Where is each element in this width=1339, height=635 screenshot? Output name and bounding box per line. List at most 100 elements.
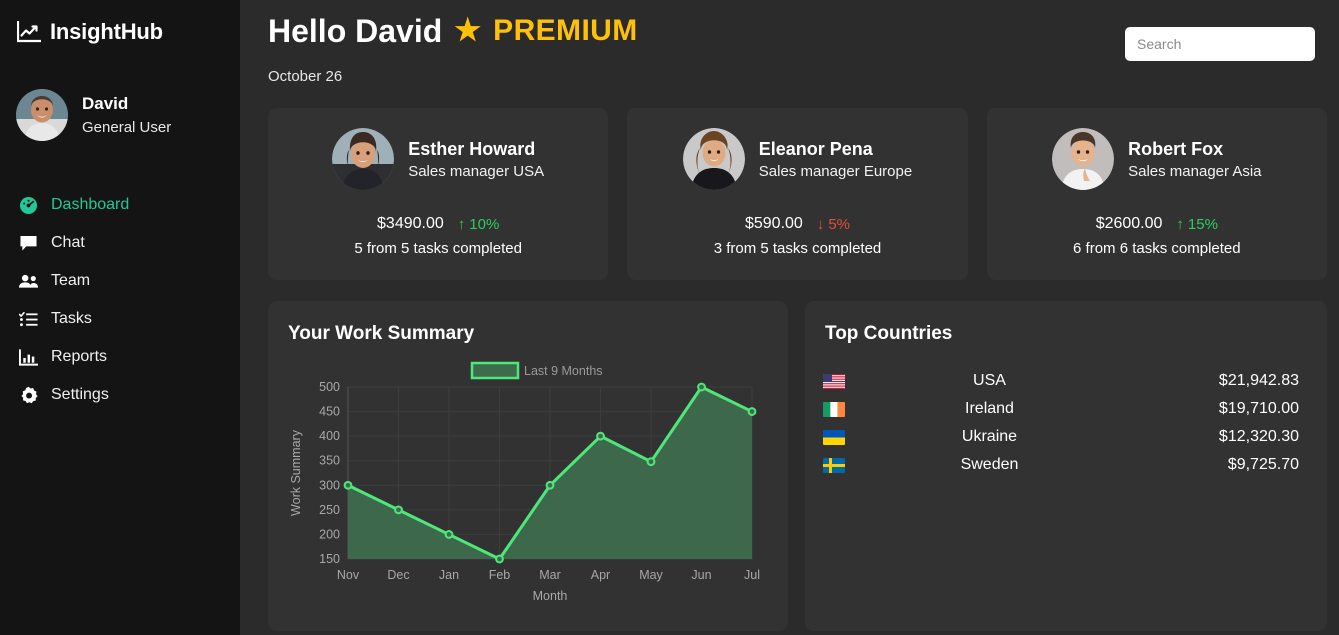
card-person-role: Sales manager Asia: [1128, 162, 1262, 180]
page-title: Hello David ★ PREMIUM: [268, 10, 1125, 52]
list-item[interactable]: USA $21,942.83: [823, 367, 1309, 395]
card-delta: ↓ 5%: [817, 216, 850, 233]
sidebar-item-label: Dashboard: [51, 196, 130, 213]
chart-y-tick: 300: [319, 478, 340, 492]
chart-y-tick: 500: [319, 380, 340, 394]
chart-point: [343, 480, 353, 490]
sidebar-item-label: Team: [51, 272, 91, 289]
arrow-down-icon: ↓: [816, 215, 825, 233]
chart-point: [444, 530, 454, 539]
country-name: Ireland: [965, 400, 1014, 417]
card-delta-value: 5%: [828, 215, 850, 233]
chart-x-tick: Apr: [591, 568, 610, 582]
star-icon: ★: [454, 14, 482, 47]
chart-point: [697, 382, 706, 392]
sidebar: InsightHub David General User Dashboard …: [0, 0, 240, 635]
card-delta: ↑ 15%: [1176, 216, 1218, 233]
arrow-up-icon: ↑: [457, 215, 466, 233]
user-role: General User: [82, 119, 172, 136]
card-person-role: Sales manager Europe: [758, 162, 913, 180]
task-list-icon: [18, 310, 39, 328]
work-summary-panel: Your Work Summary Last 9 Months 150 200 250…: [268, 301, 788, 631]
list-item[interactable]: Ukraine $12,320.30: [823, 423, 1309, 451]
sidebar-item-dashboard[interactable]: Dashboard: [0, 186, 240, 224]
avatar: [332, 128, 395, 190]
brand[interactable]: InsightHub: [0, 14, 240, 50]
sidebar-item-reports[interactable]: Reports: [0, 338, 240, 376]
current-date: October 26: [268, 68, 343, 85]
chart-canvas: Last 9 Months 150 200 250 300 350 400 450 500 Nov…: [289, 361, 760, 603]
chart-y-tick: 250: [319, 503, 340, 517]
country-value: $21,942.83: [1218, 372, 1299, 389]
country-name: Ukraine: [961, 428, 1018, 445]
sidebar-item-label: Chat: [51, 234, 85, 251]
chart-y-axis-label: Work Summary: [289, 429, 303, 516]
card-delta-value: 10%: [469, 215, 500, 233]
user-name: David: [82, 94, 129, 113]
sidebar-item-label: Tasks: [51, 310, 92, 327]
avatar: [16, 89, 68, 141]
chart-point: [646, 457, 656, 467]
sidebar-item-tasks[interactable]: Tasks: [0, 300, 240, 338]
chart-point: [545, 480, 555, 490]
chart-line-up-icon: [16, 20, 42, 43]
country-value: $19,710.00: [1218, 400, 1299, 417]
chart-y-tick: 150: [319, 552, 340, 566]
chart-point: [596, 431, 605, 441]
flag-usa-icon: [823, 373, 883, 389]
panels-row: Your Work Summary Last 9 Months 150 200 250…: [268, 301, 1327, 631]
list-item[interactable]: Ireland $19,710.00: [823, 395, 1309, 423]
sidebar-user[interactable]: David General User: [0, 88, 240, 142]
list-item[interactable]: Sweden $9,725.70: [823, 451, 1309, 479]
chart-point: [394, 505, 403, 515]
chart-y-tick: 200: [319, 527, 340, 541]
top-bar: Hello David ★ PREMIUM October 26: [268, 0, 1327, 85]
brand-name: InsightHub: [50, 19, 163, 44]
avatar: [1052, 128, 1115, 190]
sidebar-nav: Dashboard Chat Team Tasks Reports Settin…: [0, 186, 240, 414]
card-person-name: Esther Howard: [408, 138, 536, 159]
card-delta: ↑ 10%: [458, 216, 500, 233]
sales-card[interactable]: Robert Fox Sales manager Asia $2600.00 ↑…: [986, 108, 1327, 280]
search-input[interactable]: [1125, 27, 1315, 61]
chart-x-tick: Jun: [691, 568, 711, 582]
sales-cards: Esther Howard Sales manager USA $3490.00…: [268, 108, 1327, 280]
country-value: $9,725.70: [1227, 456, 1299, 473]
card-tasks: 3 from 5 tasks completed: [713, 240, 882, 257]
dashboard-root: InsightHub David General User Dashboard …: [0, 0, 1339, 635]
chart-legend-label: Last 9 Months: [524, 364, 603, 378]
card-tasks: 5 from 5 tasks completed: [354, 240, 522, 257]
panel-title: Your Work Summary: [288, 323, 475, 344]
sidebar-item-chat[interactable]: Chat: [0, 224, 240, 262]
chart-x-axis-label: Month: [533, 589, 568, 603]
country-value: $12,320.30: [1218, 428, 1299, 445]
sidebar-item-label: Reports: [51, 348, 108, 365]
chart-x-tick: Mar: [539, 568, 561, 582]
country-list: USA $21,942.83 Ireland $19,710.00 Ukrain…: [823, 367, 1309, 479]
card-person-role: Sales manager USA: [408, 162, 545, 180]
card-amount: $2600.00: [1095, 215, 1163, 232]
bar-chart-icon: [18, 348, 39, 366]
chat-bubble-icon: [18, 234, 39, 252]
chart-x-tick: Feb: [489, 568, 511, 582]
work-summary-chart[interactable]: Last 9 Months 150 200 250 300 350 400 450 500 Nov…: [286, 357, 770, 607]
chart-point: [747, 407, 757, 416]
card-amount: $590.00: [744, 215, 803, 232]
greeting-block: Hello David ★ PREMIUM October 26: [268, 10, 1125, 85]
panel-title: Top Countries: [825, 323, 953, 344]
sidebar-item-settings[interactable]: Settings: [0, 376, 240, 414]
people-icon: [18, 272, 39, 290]
chart-y-tick: 450: [319, 405, 340, 419]
avatar: [682, 128, 745, 190]
card-amount: $3490.00: [377, 215, 444, 232]
flag-ukraine-icon: [823, 429, 883, 445]
sales-card[interactable]: Eleanor Pena Sales manager Europe $590.0…: [627, 108, 968, 280]
country-name: Sweden: [960, 456, 1019, 473]
card-tasks: 6 from 6 tasks completed: [1073, 240, 1241, 257]
chart-y-tick: 400: [319, 429, 340, 443]
sales-card[interactable]: Esther Howard Sales manager USA $3490.00…: [268, 108, 609, 280]
main-content: Hello David ★ PREMIUM October 26 Search …: [240, 0, 1339, 635]
chart-legend-swatch: [470, 361, 520, 380]
sidebar-item-team[interactable]: Team: [0, 262, 240, 300]
flag-sweden-icon: [823, 457, 883, 473]
